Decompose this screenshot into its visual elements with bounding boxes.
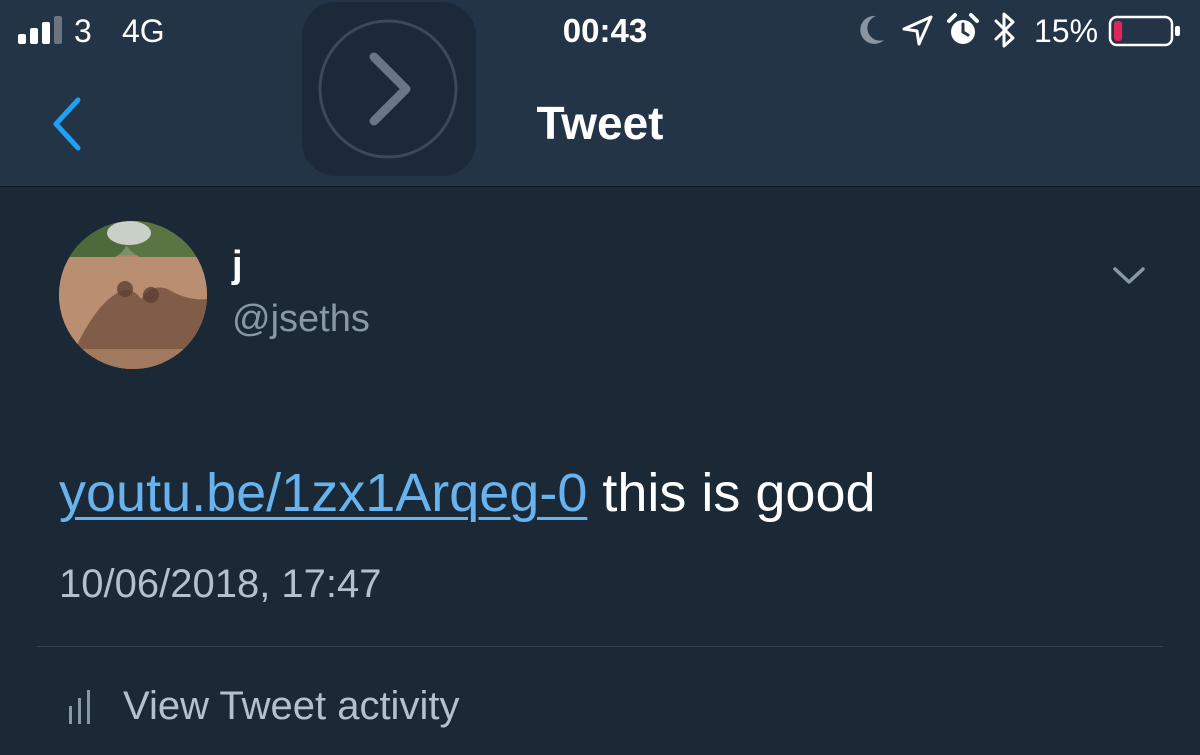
view-tweet-activity-label: View Tweet activity	[123, 684, 460, 728]
alarm-clock-icon	[947, 13, 979, 44]
moon-icon	[860, 15, 884, 44]
page-title: Tweet	[536, 97, 664, 149]
carrier-label: 3	[74, 13, 92, 49]
network-type: 4G	[122, 13, 165, 49]
tweet-menu-button[interactable]	[1106, 258, 1152, 294]
back-button[interactable]	[44, 92, 94, 156]
chevron-left-icon	[53, 97, 81, 151]
chevron-down-icon	[1113, 267, 1145, 284]
bluetooth-icon	[994, 12, 1015, 48]
clock: 00:43	[562, 12, 648, 49]
avatar[interactable]	[59, 221, 207, 369]
chevron-right-icon	[318, 19, 458, 159]
tweet-text: youtu.be/1zx1Arqeg-0 this is good	[59, 462, 876, 524]
user-handle[interactable]: @jseths	[232, 298, 370, 341]
tweet-body-text: this is good	[587, 463, 876, 523]
battery-fill	[1114, 21, 1123, 41]
location-arrow-icon	[902, 15, 933, 46]
bar-chart-icon	[69, 690, 90, 724]
status-bar: 3 4G 00:43 15%	[0, 0, 1200, 64]
assistive-touch-overlay[interactable]	[302, 2, 476, 176]
signal-icon	[18, 16, 62, 44]
tweet-timestamp: 10/06/2018, 17:47	[59, 562, 382, 606]
navigation-header: 3 4G 00:43 15% Tweet	[0, 0, 1200, 187]
battery-percentage: 15%	[1034, 13, 1099, 49]
tweet-link[interactable]: youtu.be/1zx1Arqeg-0	[59, 463, 587, 523]
display-name[interactable]: j	[232, 244, 243, 287]
battery-icon	[1108, 15, 1180, 47]
divider	[37, 646, 1163, 647]
avatar-photo	[59, 221, 207, 369]
